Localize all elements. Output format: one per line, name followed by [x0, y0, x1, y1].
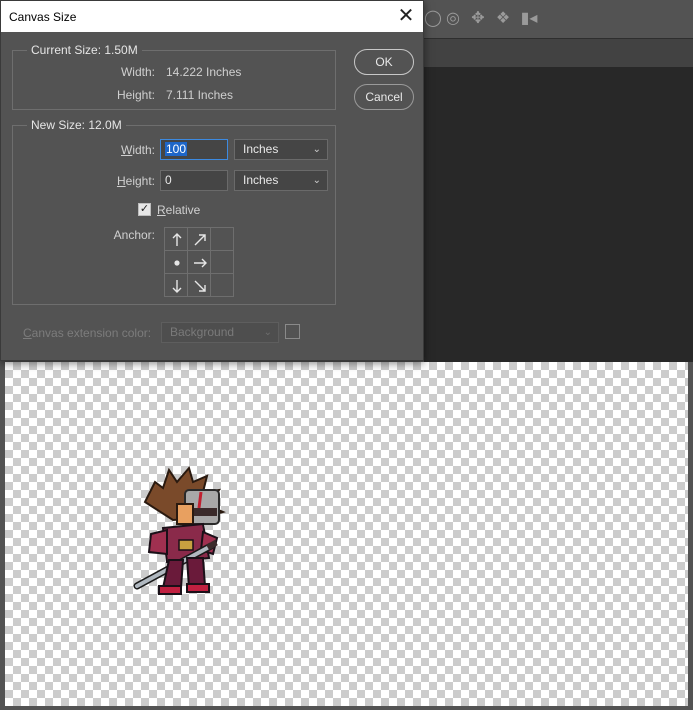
arrow-up-right-icon	[194, 233, 206, 245]
chevron-down-icon: ⌄	[263, 327, 272, 338]
anchor-grid	[164, 227, 234, 297]
options-bar: ◯ ◎ ✥ ❖ ▮◂	[424, 0, 693, 38]
chevron-down-icon: ⌄	[312, 144, 321, 155]
knight-sprite	[133, 465, 226, 595]
document-canvas[interactable]	[5, 362, 688, 706]
anchor-cell-middle-center[interactable]	[188, 251, 211, 274]
anchor-cell-top-center[interactable]	[188, 228, 211, 251]
current-width-label: Width:	[120, 65, 155, 79]
height-unit-select[interactable]: Inches ⌄	[234, 170, 328, 191]
current-height-value: 7.111 Inches	[166, 88, 233, 102]
chevron-down-icon: ⌄	[312, 175, 321, 186]
camera-3d-icon[interactable]: ▮◂	[520, 10, 538, 28]
canvas-right-edge	[688, 362, 693, 710]
close-icon[interactable]: ✕	[395, 5, 417, 27]
arrow-right-icon	[193, 258, 207, 267]
arrow-down-icon	[172, 279, 181, 293]
workspace-background	[424, 67, 693, 362]
pan-3d-icon[interactable]: ✥	[469, 10, 487, 28]
width-input[interactable]: 100	[160, 139, 228, 160]
canvas-size-dialog: Canvas Size ✕ Current Size: 1.50M Width:…	[0, 0, 424, 361]
anchor-label: Anchor:	[113, 228, 155, 242]
dialog-title: Canvas Size	[9, 10, 77, 24]
document-tab-strip	[424, 38, 693, 67]
ok-button[interactable]: OK	[354, 49, 414, 75]
slide-3d-icon[interactable]: ❖	[494, 10, 512, 28]
anchor-cell-middle-left[interactable]	[165, 251, 188, 274]
new-width-label: Width:	[120, 143, 155, 157]
current-width-value: 14.222 Inches	[166, 65, 242, 79]
current-size-legend: Current Size: 1.50M	[27, 43, 142, 57]
height-input[interactable]: 0	[160, 170, 228, 191]
dialog-titlebar[interactable]: Canvas Size ✕	[1, 1, 423, 32]
anchor-cell-top-left[interactable]	[165, 228, 188, 251]
new-size-legend: New Size: 12.0M	[27, 118, 126, 132]
anchor-dot-icon	[173, 259, 180, 266]
anchor-cell-bottom-right[interactable]	[211, 274, 234, 297]
anchor-cell-middle-right[interactable]	[211, 251, 234, 274]
orbit-3d-icon[interactable]: ◎	[444, 10, 462, 28]
relative-checkbox[interactable]: ✓	[138, 203, 151, 216]
rotate-3d-icon[interactable]: ◯	[424, 10, 442, 28]
current-height-label: Height:	[116, 88, 155, 102]
extension-color-label: Canvas extension color:	[23, 326, 152, 340]
extension-color-swatch[interactable]	[285, 324, 300, 339]
arrow-up-icon	[172, 232, 181, 246]
canvas-bottom-edge	[0, 706, 693, 710]
relative-label[interactable]: Relative	[157, 203, 200, 217]
extension-color-select[interactable]: Background ⌄	[161, 322, 279, 343]
cancel-button[interactable]: Cancel	[354, 84, 414, 110]
new-height-label: Height:	[116, 174, 155, 188]
check-icon: ✓	[139, 203, 150, 215]
anchor-cell-bottom-left[interactable]	[165, 274, 188, 297]
width-unit-select[interactable]: Inches ⌄	[234, 139, 328, 160]
anchor-cell-bottom-center[interactable]	[188, 274, 211, 297]
anchor-cell-top-right[interactable]	[211, 228, 234, 251]
arrow-down-right-icon	[194, 280, 206, 292]
